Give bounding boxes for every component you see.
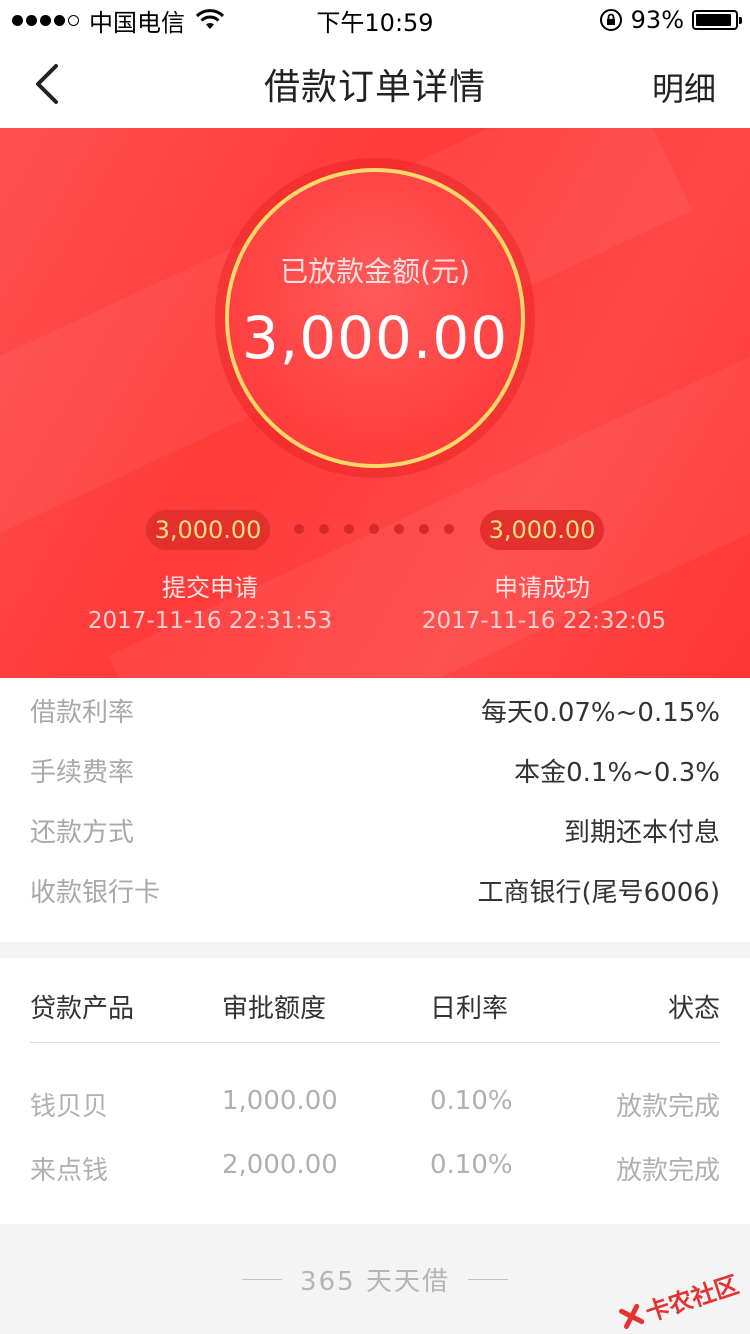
step-submit-amount: 3,000.00 [146,510,270,550]
cell-status: 放款完成 [615,1092,720,1122]
status-left: 中国电信 [12,3,225,38]
info-value: 到期还本付息 [563,817,720,848]
cell-amount: 1,000.00 [222,1086,338,1116]
info-value: 本金0.1%~0.3% [514,757,720,788]
header-status: 状态 [667,994,720,1024]
battery-fill [696,14,732,26]
loan-summary-banner: 已放款金额(元) 3,000.00 3,000.00 3,000.00 提交申请… [0,128,750,678]
progress-dots [294,524,454,534]
rotation-lock-icon [599,9,622,31]
status-bar: 中国电信 下午10:59 93% [0,0,750,40]
battery-percent: 93% [630,6,684,34]
disbursed-amount: 3,000.00 [241,304,509,372]
watermark-text: 卡农社区 [642,1270,743,1328]
loan-products-table: 贷款产品 审批额度 日利率 状态 钱贝贝 1,000.00 0.10% 放款完成… [0,958,750,1224]
footer-brand: 365 天天借 [300,1266,450,1297]
nav-bar: 借款订单详情 明细 [0,40,750,128]
amount-circle: 已放款金额(元) 3,000.00 [225,168,525,468]
table-row: 钱贝贝 1,000.00 0.10% 放款完成 [30,1086,720,1122]
table-row: 来点钱 2,000.00 0.10% 放款完成 [30,1150,720,1186]
watermark: 卡农社区 [616,1265,743,1334]
status-right: 93% [599,6,742,34]
signal-icon [12,14,79,26]
header-daily-rate: 日利率 [430,994,509,1024]
info-label: 借款利率 [30,697,135,728]
table-divider [30,1042,720,1043]
cell-product: 钱贝贝 [30,1092,109,1122]
cell-product: 来点钱 [30,1156,109,1186]
table-header: 贷款产品 审批额度 日利率 状态 [30,988,720,1024]
watermark-logo-icon [618,1303,645,1329]
chevron-left-icon [36,64,58,104]
info-row-bank-card: 收款银行卡 工商银行(尾号6006) [30,870,720,910]
cell-status: 放款完成 [615,1156,720,1186]
page-title: 借款订单详情 [263,67,486,108]
info-row-repayment-method: 还款方式 到期还本付息 [30,810,720,850]
step-success-amount: 3,000.00 [480,510,604,550]
step-success-label: 申请成功 [494,574,590,602]
info-row-interest-rate: 借款利率 每天0.07%~0.15% [30,690,720,730]
step-submit-label: 提交申请 [162,574,258,602]
disbursed-amount-label: 已放款金额(元) [280,255,470,288]
step-submit-time: 2017-11-16 22:31:53 [87,608,333,634]
info-label: 还款方式 [30,817,135,848]
details-button[interactable]: 明细 [652,64,716,110]
cell-amount: 2,000.00 [222,1150,338,1180]
back-button[interactable] [26,60,66,108]
carrier-name: 中国电信 [89,8,185,37]
cell-rate: 0.10% [430,1086,513,1116]
info-row-fee-rate: 手续费率 本金0.1%~0.3% [30,750,720,790]
battery-icon [692,10,742,30]
info-label: 收款银行卡 [30,877,161,908]
footer-line [242,1278,283,1280]
footer: 365 天天借 卡农社区 [0,1224,750,1334]
footer-line [467,1278,508,1280]
header-approved-amount: 审批额度 [222,994,327,1024]
loan-info-section: 借款利率 每天0.07%~0.15% 手续费率 本金0.1%~0.3% 还款方式… [0,678,750,942]
info-label: 手续费率 [30,757,135,788]
step-success-time: 2017-11-16 22:32:05 [421,608,667,634]
cell-rate: 0.10% [430,1150,513,1180]
wifi-icon [195,9,225,29]
info-value: 每天0.07%~0.15% [481,697,720,728]
info-value: 工商银行(尾号6006) [477,877,720,908]
header-product: 贷款产品 [30,994,135,1024]
